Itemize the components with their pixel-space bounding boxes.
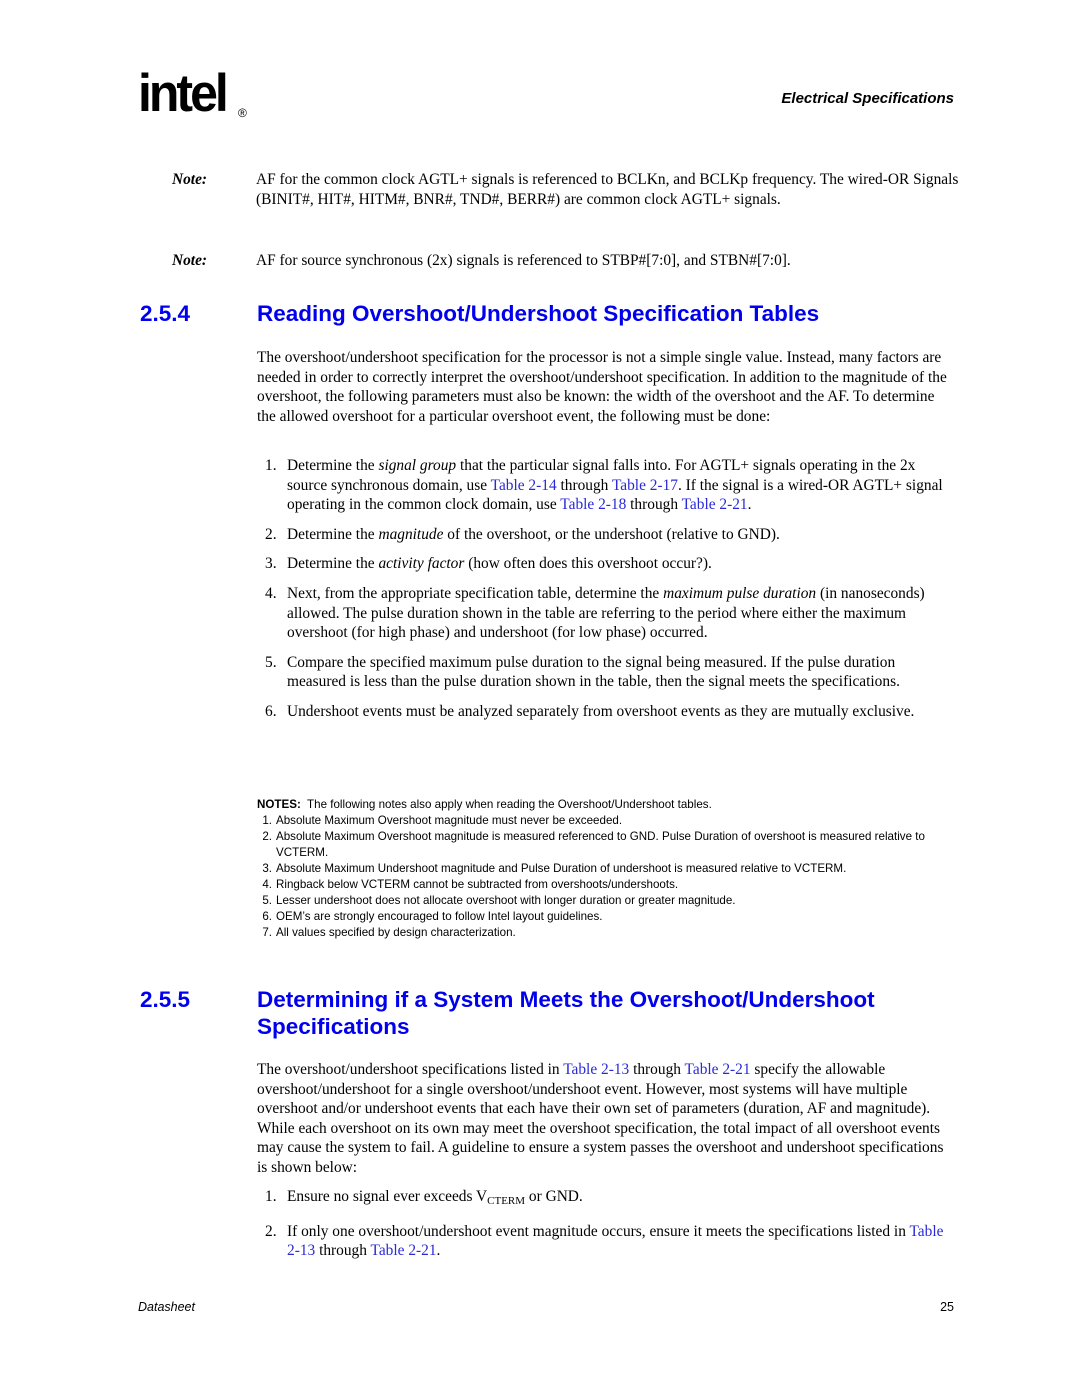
note-item: 4. Ringback below VCTERM cannot be subtra… [262, 878, 679, 891]
list-item: 3. Determine the activity factor (how of… [265, 555, 712, 573]
link-table-2-21[interactable]: Table 2-21 [685, 1061, 751, 1078]
section-title: Determining if a System Meets the Oversh… [257, 987, 875, 1039]
note-item: 5. Lesser undershoot does not allocate ov… [262, 894, 736, 907]
notes-intro: The following notes also apply when read… [307, 798, 712, 811]
section-title: Reading Overshoot/Undershoot Specificati… [257, 301, 820, 326]
note-text: AF for the common clock AGTL+ signals is… [256, 171, 959, 208]
list-item: 4. Next, from the appropriate specificat… [265, 584, 925, 642]
list-item: 5. Compare the specified maximum pulse d… [265, 653, 900, 691]
note-common-clock: Note: AF for the common clock AGTL+ sign… [172, 170, 962, 209]
list-item: 1. Ensure no signal ever exceeds VCTERM … [265, 1188, 583, 1207]
list-item: 1. Determine the signal group that the p… [265, 457, 943, 514]
intel-logo: intel ® [138, 63, 258, 138]
section-2-5-4-intro: The overshoot/undershoot specification f… [257, 349, 947, 425]
link-table-2-17[interactable]: Table 2-17 [612, 477, 678, 494]
footer-doc-type: Datasheet [138, 1300, 195, 1314]
note-text: AF for source synchronous (2x) signals i… [256, 252, 791, 269]
section-2-5-5-steps: 1. Ensure no signal ever exceeds VCTERM … [265, 1187, 957, 1271]
notes-label: NOTES: [257, 798, 301, 811]
link-table-2-14[interactable]: Table 2-14 [491, 477, 557, 494]
link-table-2-13[interactable]: Table 2-13 [563, 1061, 629, 1078]
list-item: 2. Determine the magnitude of the oversh… [265, 525, 780, 543]
section-2-5-4-steps: 1. Determine the signal group that the p… [265, 456, 957, 732]
note-item: 6. OEM’s are strongly encouraged to follo… [262, 910, 603, 923]
running-header-title: Electrical Specifications [781, 90, 954, 107]
list-item: 6. Undershoot events must be analyzed se… [265, 702, 915, 720]
section-2-5-5-intro: The overshoot/undershoot specifications … [257, 1061, 944, 1176]
link-table-2-18[interactable]: Table 2-18 [560, 496, 626, 513]
section-heading-2-5-5: 2.5.5 Determining if a System Meets the … [140, 986, 960, 1040]
note-label: Note: [172, 171, 208, 188]
list-item: 2. If only one overshoot/undershoot even… [265, 1222, 944, 1260]
note-item: 7. All values specified by design charact… [262, 926, 516, 939]
link-table-2-21[interactable]: Table 2-21 [682, 496, 748, 513]
note-item: 2. Absolute Maximum Overshoot magnitude i… [262, 830, 925, 859]
note-item: 3. Absolute Maximum Undershoot magnitude … [262, 862, 847, 875]
note-label: Note: [172, 252, 208, 269]
registered-mark: ® [238, 106, 247, 120]
section-number: 2.5.5 [140, 987, 191, 1012]
logo-wordmark: intel [138, 63, 229, 123]
note-item: 1. Absolute Maximum Overshoot magnitude m… [262, 814, 623, 827]
notes-block: NOTES: The following notes also apply wh… [257, 797, 957, 941]
link-table-2-21[interactable]: Table 2-21 [371, 1242, 437, 1259]
section-heading-2-5-4: 2.5.4 Reading Overshoot/Undershoot Speci… [140, 300, 960, 327]
section-number: 2.5.4 [140, 301, 191, 326]
note-source-synchronous: Note: AF for source synchronous (2x) sig… [172, 251, 962, 271]
page-number: 25 [940, 1300, 954, 1314]
